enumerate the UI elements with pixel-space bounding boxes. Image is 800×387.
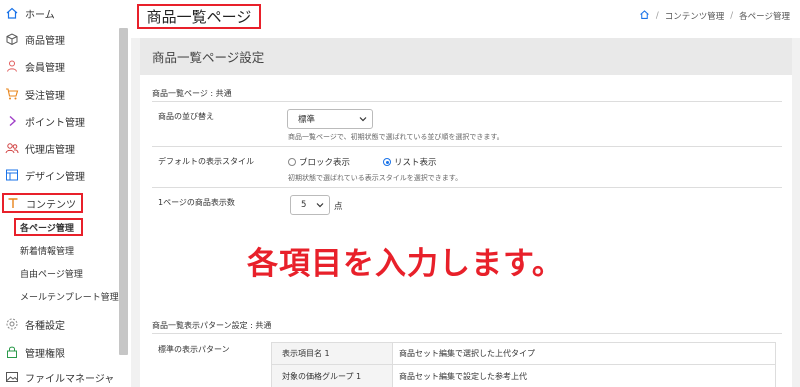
layout-icon	[5, 168, 19, 182]
card-title: 商品一覧ページ設定	[140, 38, 792, 75]
sidebar-item-label: デザイン管理	[25, 171, 85, 183]
sidebar-subitem-mail-templates[interactable]: メールテンプレート管理	[20, 287, 119, 305]
divider	[152, 101, 782, 102]
sidebar-item-file-manager[interactable]: ファイルマネージャ	[0, 364, 114, 387]
chevron-right-icon	[5, 114, 19, 128]
radio-list-display[interactable]	[383, 158, 392, 166]
items-per-page-value: 5	[301, 200, 307, 210]
box-icon	[5, 32, 19, 46]
sidebar-item-orders[interactable]: 受注管理	[0, 81, 65, 107]
sidebar-item-points[interactable]: ポイント管理	[0, 108, 85, 134]
sidebar-item-label: 受注管理	[25, 90, 65, 102]
radio-block-display[interactable]	[288, 158, 296, 166]
divider	[152, 146, 782, 147]
radio-label[interactable]: リスト表示	[394, 156, 437, 168]
items-per-page-select[interactable]: 5	[290, 195, 330, 215]
users-icon	[5, 141, 19, 155]
cart-icon	[5, 87, 19, 101]
lock-icon	[5, 345, 19, 359]
field-label: 1ページの商品表示数	[158, 198, 235, 207]
home-icon[interactable]	[639, 9, 650, 23]
user-icon	[5, 59, 19, 73]
sidebar-subitem-pages[interactable]: 各ページ管理	[14, 218, 83, 236]
radio-label[interactable]: ブロック表示	[299, 156, 350, 168]
section-title: 商品一覧表示パターン設定 : 共通	[152, 321, 272, 330]
field-label: 商品の並び替え	[158, 112, 214, 121]
chevron-down-icon	[359, 115, 367, 126]
help-text: 初期状態で選ばれている表示スタイルを選択できます。	[288, 174, 463, 182]
sidebar-item-contents[interactable]: コンテンツ	[2, 193, 83, 213]
field-label: デフォルトの表示スタイル	[158, 157, 254, 166]
section-title: 商品一覧ページ : 共通	[152, 89, 232, 98]
sort-select-value: 標準	[298, 115, 316, 125]
settings-card	[140, 38, 792, 387]
table-cell-value: 商品セット編集で設定した参考上代	[399, 371, 527, 381]
text-icon	[6, 196, 20, 210]
home-icon	[5, 6, 19, 20]
display-style-radio-group: ブロック表示 リスト表示	[288, 156, 437, 168]
sidebar-item-label: 管理権限	[25, 348, 65, 360]
sidebar: ホーム 商品管理 会員管理 受注管理 ポイント管理 代理店管理 デザイン管理 コ…	[0, 0, 131, 387]
sidebar-subitem-news[interactable]: 新着情報管理	[20, 241, 74, 259]
sidebar-item-permissions[interactable]: 管理権限	[0, 339, 65, 365]
page-title: 商品一覧ページ	[137, 4, 261, 29]
breadcrumb: / コンテンツ管理 / 各ページ管理	[639, 9, 790, 23]
sidebar-item-label: ファイルマネージャ	[25, 373, 115, 385]
sidebar-item-label: コンテンツ	[26, 199, 76, 211]
sidebar-item-label: 代理店管理	[25, 144, 75, 156]
breadcrumb-item-current: 各ページ管理	[739, 12, 790, 22]
table-row: 表示項目名 1 商品セット編集で選択した上代タイプ	[272, 343, 775, 365]
sidebar-item-label: 商品管理	[25, 35, 65, 47]
sidebar-item-settings[interactable]: 各種設定	[0, 311, 65, 337]
table-row: 対象の価格グループ 1 商品セット編集で設定した参考上代	[272, 365, 775, 387]
field-label: 標準の表示パターン	[158, 345, 230, 354]
pattern-table: 表示項目名 1 商品セット編集で選択した上代タイプ 対象の価格グループ 1 商品…	[271, 342, 776, 387]
sidebar-scrollbar[interactable]	[119, 28, 128, 355]
breadcrumb-separator: /	[730, 11, 734, 21]
divider	[152, 333, 782, 334]
sidebar-item-label: 各種設定	[25, 320, 65, 332]
sidebar-item-label: ポイント管理	[25, 117, 85, 129]
sidebar-item-members[interactable]: 会員管理	[0, 53, 65, 79]
gear-icon	[5, 317, 19, 331]
breadcrumb-separator: /	[655, 11, 659, 21]
table-cell-name: 表示項目名 1	[272, 343, 393, 364]
unit-label: 点	[334, 202, 343, 212]
sidebar-item-agents[interactable]: 代理店管理	[0, 135, 75, 161]
chevron-down-icon	[316, 201, 324, 212]
overlay-instruction-text: 各項目を入力します。	[247, 246, 564, 282]
image-icon	[5, 370, 19, 384]
table-cell-value: 商品セット編集で選択した上代タイプ	[399, 349, 535, 358]
divider	[152, 187, 782, 188]
sidebar-item-design[interactable]: デザイン管理	[0, 162, 85, 188]
table-cell-name: 対象の価格グループ 1	[272, 365, 393, 387]
sidebar-item-home[interactable]: ホーム	[0, 0, 55, 26]
breadcrumb-item[interactable]: コンテンツ管理	[665, 10, 725, 22]
sidebar-item-label: 会員管理	[25, 62, 65, 74]
sort-select[interactable]: 標準	[287, 109, 373, 129]
sidebar-subitem-free-pages[interactable]: 自由ページ管理	[20, 264, 83, 282]
sidebar-item-label: ホーム	[25, 9, 55, 21]
help-text: 商品一覧ページで、初期状態で選ばれている並び順を選択できます。	[288, 133, 504, 141]
sidebar-item-products[interactable]: 商品管理	[0, 26, 65, 52]
